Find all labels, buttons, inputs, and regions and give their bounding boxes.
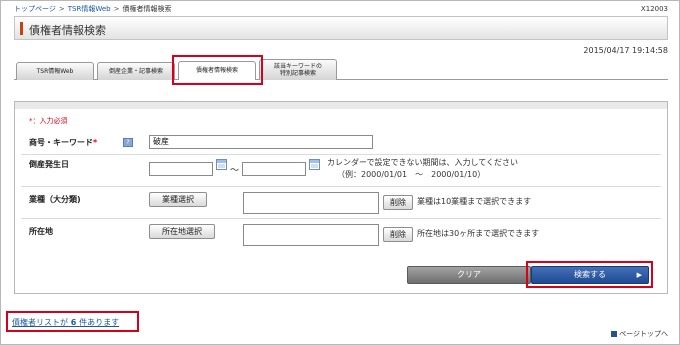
screen-code: X12003 [640,5,668,13]
tab-bankrupt-company-search[interactable]: 倒産企業・記事検索 [97,62,175,80]
industry-note: 業種は10業種まで選択できます [417,197,532,206]
calendar-icon[interactable] [216,159,227,170]
keyword-label-text: 商号・キーワード [29,138,93,147]
date-range-separator: ～ [230,166,240,176]
breadcrumb-separator: > [113,5,120,13]
required-asterisk: * [93,138,98,147]
date-note-line2: （例：2000/01/01 ～ 2000/01/10） [337,170,486,179]
tab-keyword-special-article[interactable]: 該当キーワードの 特別記事検索 [259,59,337,80]
arrow-up-icon [611,331,618,337]
title-accent-mark [20,22,23,35]
date-to-input[interactable] [242,162,306,176]
date-from-input[interactable] [149,162,213,176]
result-link-suffix: 件あります [79,318,120,327]
row-keyword: 商号・キーワード* ? 破産 [21,132,661,155]
clear-button-label: クリア [457,270,481,279]
clear-button[interactable]: クリア [407,266,531,284]
bankruptcy-date-label: 倒産発生日 [29,160,69,169]
tab-label: 債権者情報検索 [195,67,238,75]
tab-tsr-info-web[interactable]: TSR情報Web [16,62,94,80]
breadcrumb-current: 債権者情報検索 [122,5,172,13]
row-bankruptcy-date: 倒産発生日 ～ カレンダーで設定できない期間は、入力してください （例：2000… [21,154,661,187]
keyword-label: 商号・キーワード* [29,137,97,148]
result-count: 6 [70,318,77,327]
tab-label-line2: 特別記事検索 [279,70,316,77]
search-button-label: 検索する [574,270,606,279]
breadcrumb-separator: > [58,5,65,13]
required-note: *：入力必須 [29,117,68,125]
result-link-prefix: 債権者リストが [12,318,68,327]
current-datetime: 2015/04/17 19:14:58 [583,46,668,55]
calendar-icon[interactable] [309,159,320,170]
location-select-button[interactable]: 所在地選択 [149,224,215,239]
creditor-list-link[interactable]: 債権者リストが 6 件あります [12,317,119,328]
tab-label: TSR情報Web [36,67,74,75]
page-top-label: ページトップへ [619,330,668,338]
breadcrumb: トップページ > TSR情報Web > 債権者情報検索 [14,4,171,14]
keyword-input[interactable]: 破産 [149,135,373,149]
page-title-bar: 債権者情報検索 [14,16,668,40]
page-title: 債権者情報検索 [29,24,106,37]
tab-creditor-search[interactable]: 債権者情報検索 [178,61,256,80]
breadcrumb-link-tsr[interactable]: TSR情報Web [68,5,111,13]
tab-label: 倒産企業・記事検索 [108,67,163,75]
industry-select-button[interactable]: 業種選択 [149,192,207,207]
search-form-panel: *：入力必須 商号・キーワード* ? 破産 倒産発生日 ～ カレンダーで設定でき… [14,101,668,294]
row-industry: 業種（大分類) 業種選択 削除 業種は10業種まで選択できます [21,186,661,219]
help-icon[interactable]: ? [123,138,133,147]
location-delete-button[interactable]: 削除 [383,227,413,242]
row-location: 所在地 所在地選択 削除 所在地は30ヶ所まで選択できます [21,218,661,250]
tab-label-line1: 該当キーワードの [273,62,322,70]
industry-label: 業種（大分類) [29,195,81,204]
location-label: 所在地 [29,227,53,236]
panel-header-strip [15,102,667,109]
industry-delete-button[interactable]: 削除 [383,195,413,210]
location-note: 所在地は30ヶ所まで選択できます [417,229,540,238]
breadcrumb-link-top[interactable]: トップページ [14,5,56,13]
location-selected-box [243,224,379,246]
page-top-link[interactable]: ページトップへ [611,329,668,339]
industry-selected-box [243,192,379,214]
search-button[interactable]: 検索する ▶ [531,266,649,284]
chevron-right-icon: ▶ [636,271,642,279]
date-note-line1: カレンダーで設定できない期間は、入力してください [327,158,519,167]
date-input-note: カレンダーで設定できない期間は、入力してください （例：2000/01/01 ～… [327,157,518,181]
